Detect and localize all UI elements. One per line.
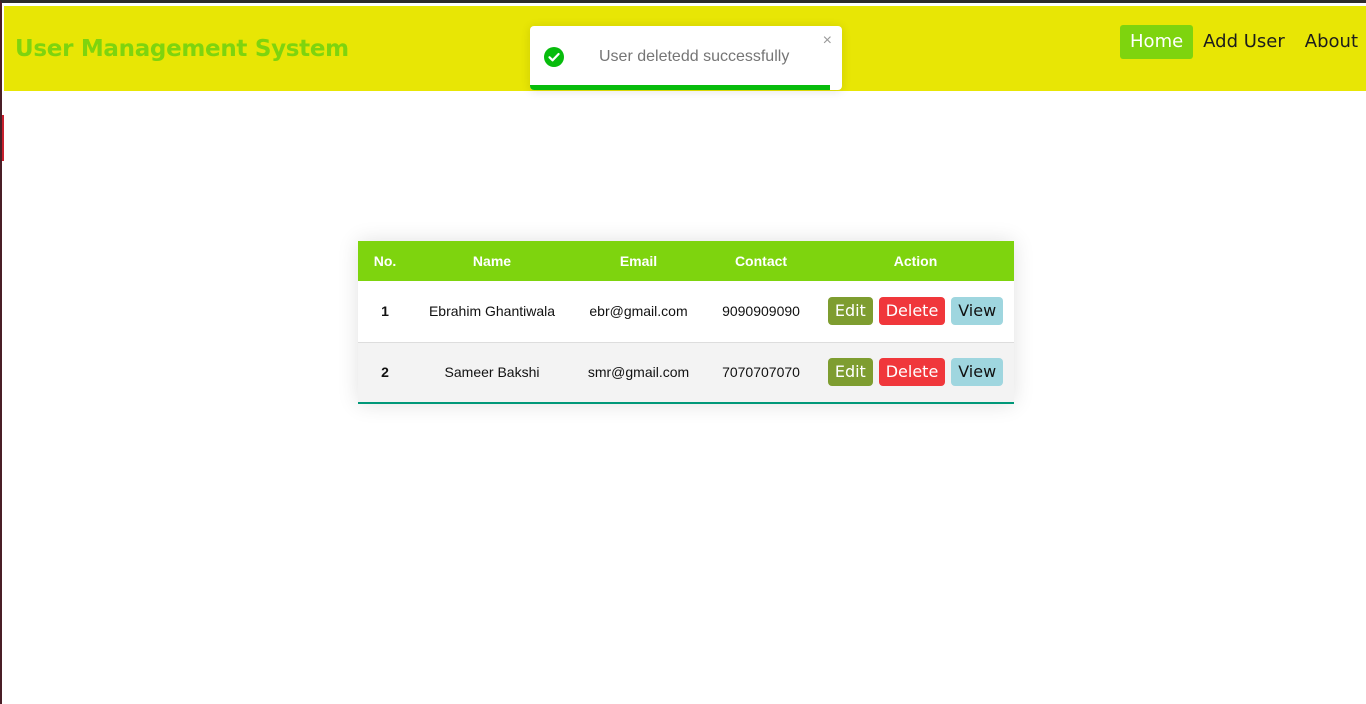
user-contact: 7070707070 <box>722 364 800 381</box>
table-row: 1 Ebrahim Ghantiwala ebr@gmail.com 90909… <box>358 281 1014 342</box>
nav-about-link[interactable]: About <box>1295 25 1366 59</box>
table-header-row: No. Name Email Contact Action <box>358 241 1014 281</box>
close-icon[interactable]: × <box>823 32 832 50</box>
user-contact: 9090909090 <box>722 303 800 320</box>
view-button[interactable]: View <box>951 358 1004 387</box>
user-email: ebr@gmail.com <box>589 303 688 320</box>
nav-add-user-link[interactable]: Add User <box>1193 25 1295 59</box>
row-actions: Edit Delete View <box>817 342 1014 403</box>
page-frame: User Management System Home Add User Abo… <box>0 0 1366 704</box>
column-header-email: Email <box>619 253 658 269</box>
delete-button[interactable]: Delete <box>878 358 946 387</box>
toast-message: User deletedd successfully <box>599 48 790 65</box>
toast-progress-bar <box>530 85 830 90</box>
user-name: Ebrahim Ghantiwala <box>428 303 556 320</box>
row-number: 1 <box>381 303 389 320</box>
edit-button[interactable]: Edit <box>827 297 873 326</box>
user-email: smr@gmail.com <box>587 364 690 381</box>
app-title[interactable]: User Management System <box>15 36 349 62</box>
success-toast: User deletedd successfully × <box>530 26 842 90</box>
delete-button[interactable]: Delete <box>878 297 946 326</box>
column-header-no: No. <box>373 253 397 269</box>
edit-button[interactable]: Edit <box>827 358 873 387</box>
nav-home-link[interactable]: Home <box>1120 25 1194 59</box>
left-edge-accent <box>2 115 4 161</box>
column-header-contact: Contact <box>734 253 788 269</box>
row-actions: Edit Delete View <box>817 281 1014 342</box>
table-row: 2 Sameer Bakshi smr@gmail.com 7070707070… <box>358 342 1014 403</box>
users-table-container: No. Name Email Contact Action 1 Ebrahim … <box>358 241 1014 404</box>
row-number: 2 <box>381 364 389 381</box>
column-header-action: Action <box>893 253 938 269</box>
main-nav: Home Add User About <box>1120 25 1366 59</box>
user-name: Sameer Bakshi <box>444 364 540 381</box>
check-circle-icon <box>544 47 564 67</box>
column-header-name: Name <box>472 253 512 269</box>
users-table: No. Name Email Contact Action 1 Ebrahim … <box>358 241 1014 404</box>
view-button[interactable]: View <box>951 297 1004 326</box>
